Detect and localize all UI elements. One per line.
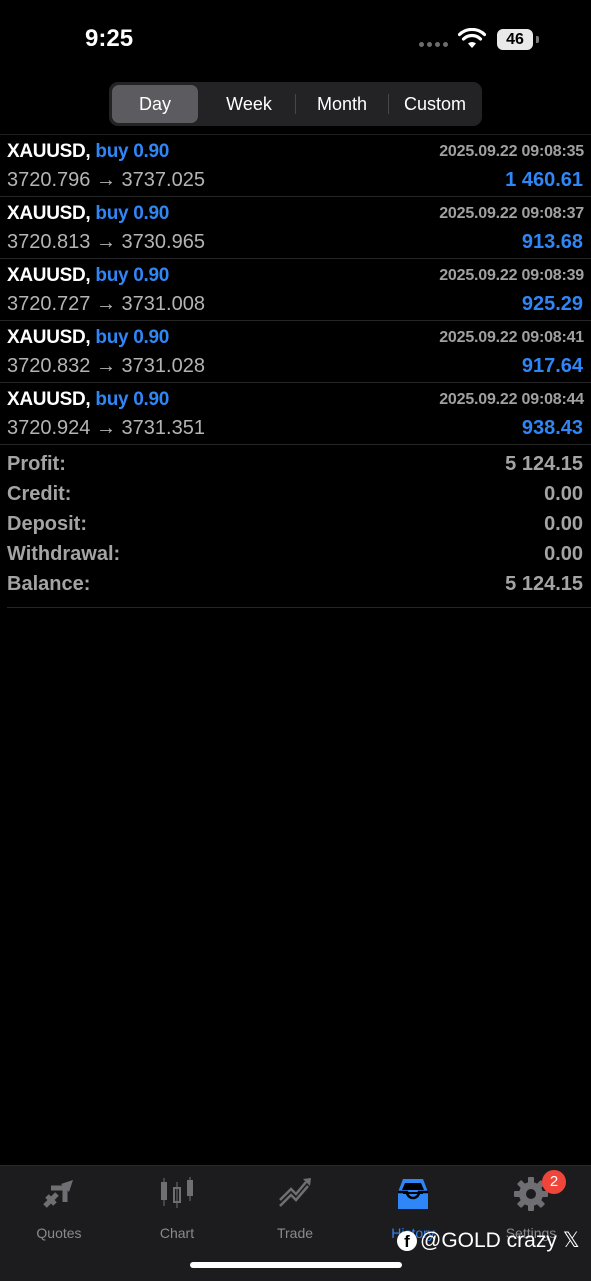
summary-label: Profit: [7,453,66,475]
tab-quotes[interactable]: Quotes [9,1176,109,1241]
period-selector: Day Week Month Custom [109,82,482,126]
deal-action: buy 0.90 [95,389,170,410]
watermark-text: @GOLD crazy [420,1229,557,1252]
deal-datetime: 2025.09.22 09:08:44 [439,391,584,408]
summary-label: Withdrawal: [7,543,121,565]
deal-profit: 1 460.61 [505,169,583,191]
summary-value: 5 124.15 [505,573,583,595]
status-time: 9:25 [85,25,134,52]
tab-label: Trade [276,1225,314,1241]
deal-symbol: XAUUSD, [7,389,91,410]
watermark: f @GOLD crazy 𝕏 [397,1228,580,1256]
wifi-icon [458,28,486,48]
notification-badge: 2 [542,1170,566,1194]
deal-symbol: XAUUSD, [7,141,91,162]
tab-trade[interactable]: Trade [245,1176,345,1241]
deal-datetime: 2025.09.22 09:08:35 [439,143,584,160]
x-logo-icon: 𝕏 [562,1229,580,1252]
summary-value: 0.00 [544,483,583,505]
deal-title: XAUUSD, buy 0.90 [7,203,169,225]
deal-prices: 3720.924 → 3731.351 [7,417,205,439]
deal-row[interactable]: XAUUSD, buy 0.90 2025.09.22 09:08:35 372… [0,135,591,197]
home-indicator[interactable] [190,1262,402,1268]
status-bar: 9:25 46 [0,0,591,70]
facebook-icon: f [397,1231,417,1252]
tab-label: Quotes [36,1225,82,1241]
deal-title: XAUUSD, buy 0.90 [7,141,169,163]
summary-label: Balance: [7,573,91,595]
summary-credit: Credit: 0.00 [0,483,591,513]
deal-title: XAUUSD, buy 0.90 [7,265,169,287]
summary-deposit: Deposit: 0.00 [0,513,591,543]
summary-label: Credit: [7,483,72,505]
summary-label: Deposit: [7,513,87,535]
deal-action: buy 0.90 [95,141,170,162]
deal-datetime: 2025.09.22 09:08:39 [439,267,584,284]
trade-icon [279,1178,311,1207]
summary-profit: Profit: 5 124.15 [0,453,591,483]
deal-action: buy 0.90 [95,327,170,348]
battery-icon: 46 [497,29,533,50]
summary-value: 0.00 [544,543,583,565]
deal-row[interactable]: XAUUSD, buy 0.90 2025.09.22 09:08:39 372… [0,259,591,321]
tab-day[interactable]: Day [112,85,198,123]
signal-icon [419,42,451,48]
deal-profit: 938.43 [521,417,583,439]
deal-datetime: 2025.09.22 09:08:41 [439,329,584,346]
tab-week[interactable]: Week [203,85,295,123]
summary-value: 0.00 [544,513,583,535]
tab-chart[interactable]: Chart [127,1176,227,1241]
chart-icon [161,1177,193,1208]
deal-row[interactable]: XAUUSD, buy 0.90 2025.09.22 09:08:44 372… [0,383,591,445]
deal-prices: 3720.727 → 3731.008 [7,293,205,315]
summary-balance: Balance: 5 124.15 [0,573,591,603]
deal-prices: 3720.832 → 3731.028 [7,355,205,377]
tab-month[interactable]: Month [296,85,388,123]
deal-datetime: 2025.09.22 09:08:37 [439,205,584,222]
deal-prices: 3720.813 → 3730.965 [7,231,205,253]
deal-symbol: XAUUSD, [7,265,91,286]
deal-title: XAUUSD, buy 0.90 [7,327,169,349]
deal-profit: 925.29 [521,293,583,315]
deal-row[interactable]: XAUUSD, buy 0.90 2025.09.22 09:08:37 372… [0,197,591,259]
quotes-icon [43,1180,73,1208]
deal-profit: 913.68 [521,231,583,253]
tab-custom[interactable]: Custom [389,85,481,123]
battery-tip [536,36,539,43]
deal-symbol: XAUUSD, [7,327,91,348]
inbox-icon [398,1179,428,1209]
deal-action: buy 0.90 [95,203,170,224]
deal-prices: 3720.796 → 3737.025 [7,169,205,191]
summary-value: 5 124.15 [505,453,583,475]
deal-title: XAUUSD, buy 0.90 [7,389,169,411]
summary-withdrawal: Withdrawal: 0.00 [0,543,591,573]
deal-row[interactable]: XAUUSD, buy 0.90 2025.09.22 09:08:41 372… [0,321,591,383]
deal-action: buy 0.90 [95,265,170,286]
deal-symbol: XAUUSD, [7,203,91,224]
divider [7,607,591,608]
deal-profit: 917.64 [521,355,583,377]
tab-label: Chart [159,1225,195,1241]
